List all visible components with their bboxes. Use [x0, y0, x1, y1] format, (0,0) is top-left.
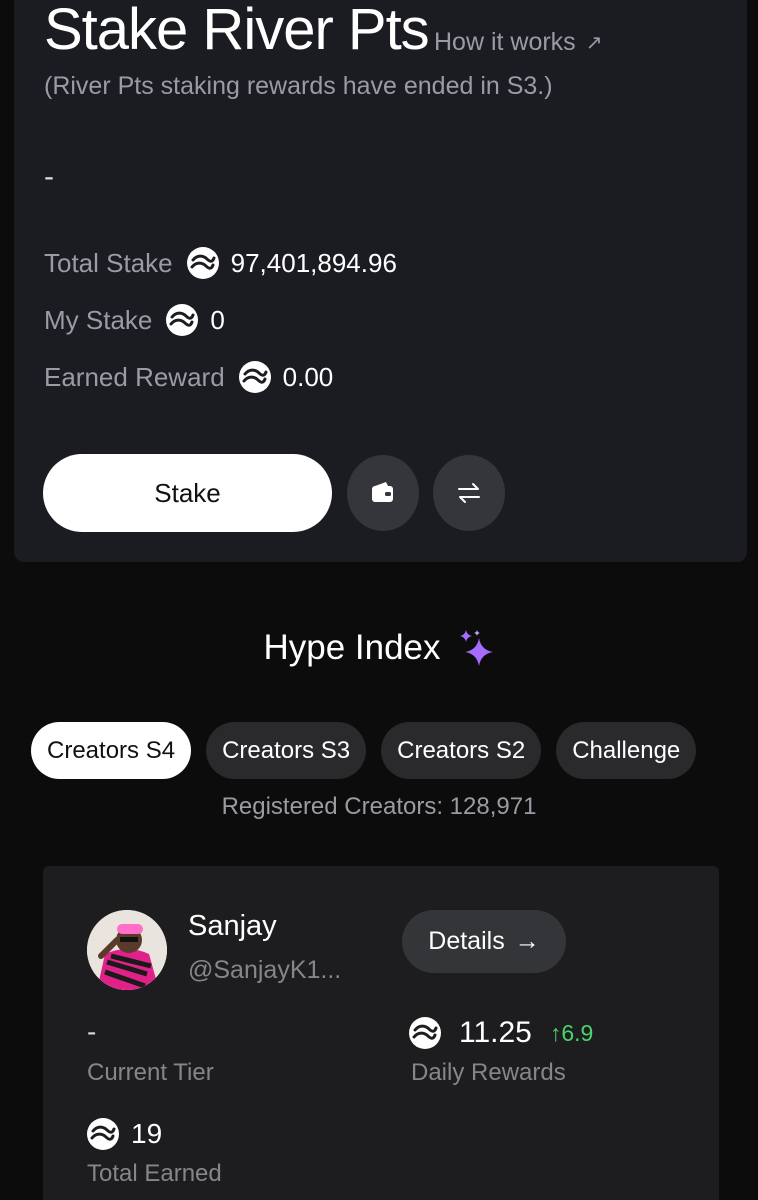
page-title: Stake River Pts [44, 0, 430, 62]
earned-reward-row: Earned Reward 0.00 [44, 361, 333, 393]
tab-creators-s2[interactable]: Creators S2 [381, 722, 542, 779]
swap-arrows-icon [458, 483, 480, 503]
stake-button[interactable]: Stake [43, 454, 332, 532]
river-coin-icon [409, 1017, 441, 1049]
total-earned-value: 19 [131, 1118, 163, 1149]
daily-rewards-value: 11.25 [459, 1016, 532, 1049]
total-stake-label: Total Stake [44, 247, 173, 278]
sparkles-icon [459, 630, 493, 666]
details-button[interactable]: Details → [402, 910, 566, 973]
earned-reward-label: Earned Reward [44, 361, 225, 392]
avatar[interactable] [87, 910, 167, 990]
details-label: Details [428, 927, 505, 955]
river-coin-icon [238, 361, 271, 393]
current-tier-value: - [87, 1016, 97, 1047]
total-earned-row: 19 [87, 1118, 162, 1150]
creator-handle: @SanjayK1... [188, 956, 342, 984]
creator-name: Sanjay [188, 910, 277, 942]
daily-rewards-label: Daily Rewards [411, 1059, 566, 1086]
tab-creators-s4[interactable]: Creators S4 [31, 722, 192, 779]
hype-index-heading: Hype Index [0, 628, 758, 668]
river-coin-icon [186, 247, 219, 279]
daily-rewards-row: 11.25 ↑6.9 [409, 1016, 593, 1050]
earned-reward-value: 0.00 [282, 361, 334, 392]
creator-card: Sanjay @SanjayK1... Details → - Current … [43, 866, 719, 1200]
my-stake-value: 0 [210, 304, 225, 335]
apy-value: - [44, 160, 54, 193]
how-it-works-link[interactable]: How it works ↗ [434, 28, 602, 57]
how-it-works-label: How it works [434, 28, 576, 56]
staking-notice: (River Pts staking rewards have ended in… [44, 72, 553, 100]
wallet-icon [372, 482, 393, 502]
total-stake-row: Total Stake 97,401,894.96 [44, 247, 397, 279]
total-stake-value: 97,401,894.96 [230, 247, 397, 278]
current-tier-label: Current Tier [87, 1059, 214, 1086]
total-earned-label: Total Earned [87, 1160, 222, 1187]
my-stake-label: My Stake [44, 304, 153, 335]
arrow-right-icon: → [514, 927, 540, 955]
swap-button[interactable] [433, 455, 505, 531]
my-stake-row: My Stake 0 [44, 304, 225, 336]
river-coin-icon [87, 1118, 119, 1150]
external-arrow-icon: ↗ [585, 32, 603, 54]
tab-creators-s3[interactable]: Creators S3 [206, 722, 367, 779]
tab-challenge[interactable]: Challenge [556, 722, 697, 779]
stake-panel: Stake River Pts How it works ↗ (River Pt… [14, 0, 747, 562]
registered-creators-count: Registered Creators: 128,971 [221, 793, 537, 820]
daily-rewards-change: ↑6.9 [549, 1019, 594, 1046]
season-tabs: Creators S4 Creators S3 Creators S2 Chal… [31, 722, 697, 779]
river-coin-icon [166, 304, 199, 336]
hype-index-title: Hype Index [263, 628, 441, 667]
wallet-button[interactable] [347, 455, 419, 531]
